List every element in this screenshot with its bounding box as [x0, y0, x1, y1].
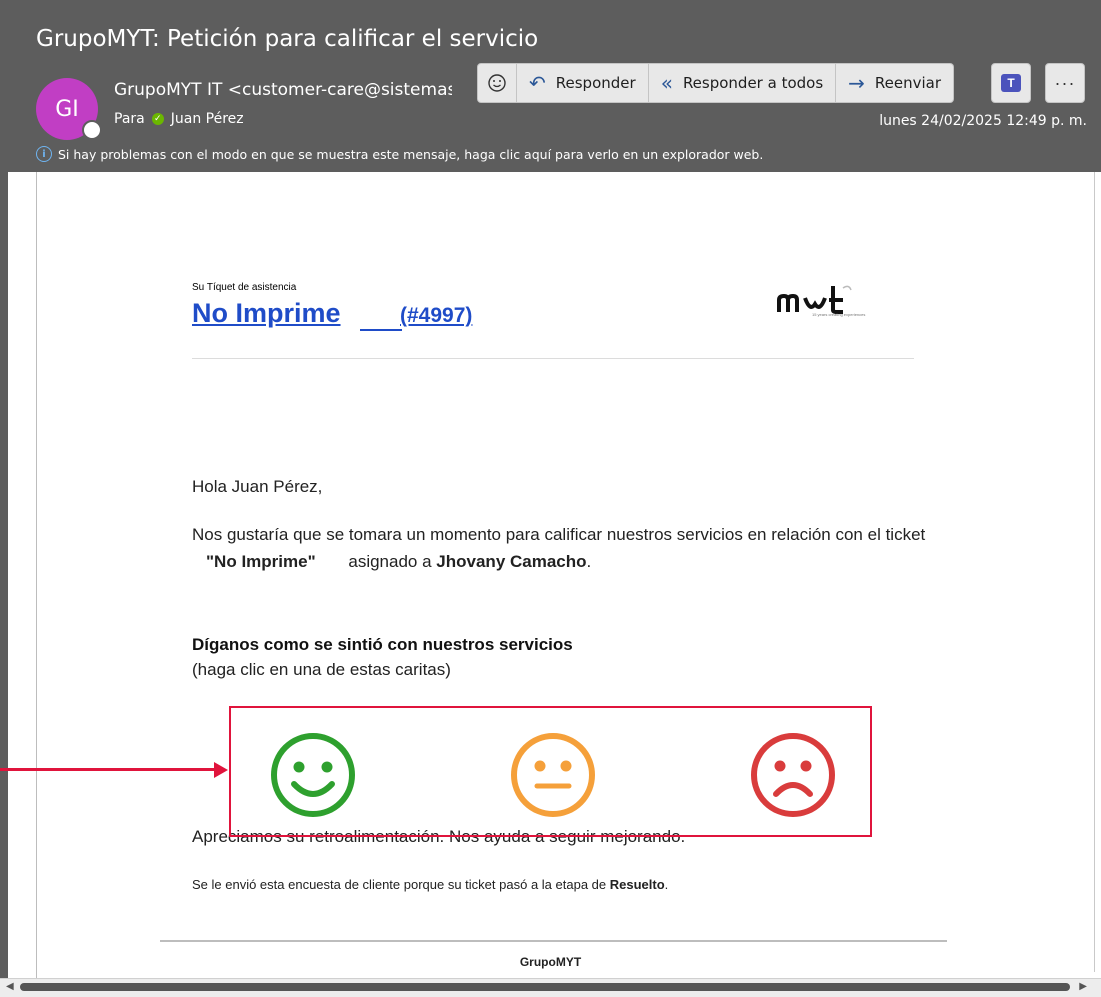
smiley-icon [488, 74, 506, 92]
ticket-title-link[interactable]: No Imprime [192, 298, 341, 329]
recipient-name[interactable]: Juan Pérez [171, 111, 244, 127]
reply-arrow-icon: ↶ [529, 71, 546, 95]
horizontal-scrollbar[interactable]: ◀ ▶ [0, 978, 1101, 997]
assignee-name: Jhovany Camacho [436, 552, 587, 571]
react-emoji-button[interactable] [477, 63, 517, 103]
message-date: lunes 24/02/2025 12:49 p. m. [879, 113, 1087, 129]
reason-period: . [664, 877, 669, 892]
survey-prompt-subtitle: (haga clic en una de estas caritas) [192, 660, 451, 679]
period: . [586, 552, 592, 571]
teams-button[interactable]: T [991, 63, 1031, 103]
presence-status-icon [82, 120, 102, 140]
ticket-label: Su Tíquet de asistencia [192, 282, 297, 293]
footer-divider [160, 940, 947, 942]
highlight-box [229, 706, 872, 837]
more-actions-button[interactable]: ··· [1045, 63, 1085, 103]
avatar-initials: GI [55, 96, 79, 122]
assigned-text: asignado a [348, 552, 432, 571]
message-toolbar: ↶ Responder « Responder a todos → Reenvi… [477, 63, 955, 103]
resolved-stage: Resuelto [609, 877, 665, 892]
more-icon: ··· [1054, 72, 1076, 93]
annotation-arrow-head [214, 762, 228, 778]
ticket-number-link[interactable]: (#4997) [400, 304, 472, 328]
to-label: Para [114, 111, 145, 127]
scroll-right-icon[interactable]: ▶ [1079, 981, 1087, 992]
vertical-scrollbar[interactable] [1094, 172, 1101, 972]
scrollbar-thumb[interactable] [20, 983, 1070, 991]
sender-name[interactable]: GrupoMYT IT <customer-care@sistemas [114, 80, 452, 100]
header-divider [192, 358, 914, 359]
info-bar[interactable]: i Si hay problemas con el modo en que se… [36, 146, 763, 162]
ticket-name-quoted: "No Imprime" [206, 552, 316, 571]
forward-arrow-icon: → [848, 71, 865, 95]
ticket-link-underline [360, 329, 402, 331]
survey-reason: Se le envió esta encuesta de cliente por… [192, 877, 668, 892]
company-logo [777, 282, 875, 330]
intro-paragraph: Nos gustaría que se tomara un momento pa… [192, 521, 932, 575]
info-message[interactable]: Si hay problemas con el modo en que se m… [58, 147, 763, 162]
logo-tagline: 15 years creating experiences [812, 312, 866, 317]
greeting: Hola Juan Pérez, [192, 477, 323, 496]
footer-company: GrupoMYT [519, 955, 582, 969]
intro-text: Nos gustaría que se tomara un momento pa… [192, 525, 926, 544]
scroll-left-icon[interactable]: ◀ [6, 981, 14, 992]
annotation-arrow-line [0, 768, 218, 771]
forward-button[interactable]: → Reenviar [836, 63, 955, 103]
email-header: GrupoMYT: Petición para calificar el ser… [0, 0, 1101, 172]
recipient-row: Para ✓ Juan Pérez [114, 111, 244, 127]
info-icon: i [36, 146, 52, 162]
email-subject: GrupoMYT: Petición para calificar el ser… [36, 26, 539, 52]
reply-all-icon: « [660, 71, 673, 95]
reply-all-button[interactable]: « Responder a todos [648, 63, 837, 103]
reply-all-label: Responder a todos [682, 74, 824, 92]
survey-reason-text: Se le envió esta encuesta de cliente por… [192, 877, 607, 892]
reply-label: Responder [555, 74, 636, 92]
forward-label: Reenviar [874, 74, 942, 92]
survey-prompt-title: Díganos como se sintió con nuestros serv… [192, 635, 573, 654]
reply-button[interactable]: ↶ Responder [517, 63, 649, 103]
teams-icon: T [1001, 74, 1021, 92]
check-icon: ✓ [151, 113, 164, 125]
pane-left-border [0, 172, 8, 996]
